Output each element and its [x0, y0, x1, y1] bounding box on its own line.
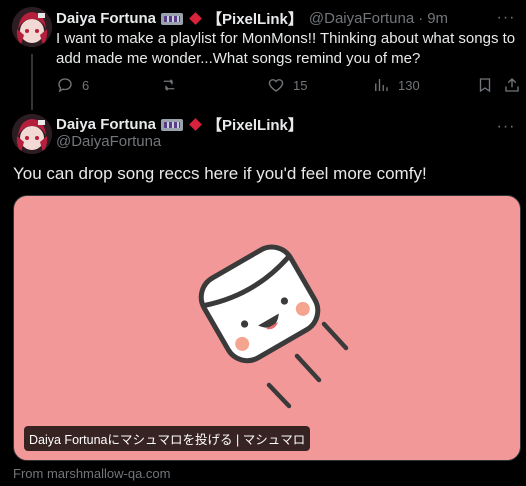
affiliation-label: 【PixelLink】: [207, 117, 303, 134]
views-icon: [375, 79, 388, 91]
avatar-image: [12, 114, 52, 154]
card-title: Daiya Fortunaにマシュマロを投げる | マシュマロ: [24, 426, 311, 451]
timestamp[interactable]: 9m: [427, 10, 448, 27]
avatar[interactable]: [12, 114, 52, 154]
tweet-main-text: You can drop song reccs here if you'd fe…: [13, 164, 427, 183]
emoji-badge-icon: [161, 12, 184, 25]
diamond-icon: [189, 118, 202, 131]
tweet1-header: Daiya Fortuna 【PixelLink】 @DaiyaFortuna …: [56, 8, 448, 29]
marshmallow-illustration: [198, 244, 349, 409]
display-name[interactable]: Daiya Fortuna: [56, 10, 156, 27]
display-name[interactable]: Daiya Fortuna: [56, 116, 156, 133]
more-icon[interactable]: ···: [496, 117, 516, 137]
reply-icon: [58, 78, 72, 93]
tweet-actions: 6 15 130: [56, 76, 526, 96]
separator: ·: [418, 10, 424, 27]
handle[interactable]: @DaiyaFortuna: [56, 133, 161, 150]
avatar[interactable]: [12, 7, 52, 47]
tweet2-header: Daiya Fortuna 【PixelLink】: [56, 114, 303, 135]
retweet-button[interactable]: [160, 76, 186, 94]
more-label: ···: [496, 118, 516, 135]
diamond-icon: [189, 12, 202, 25]
reply-button[interactable]: 6: [56, 76, 89, 94]
handle[interactable]: @DaiyaFortuna: [309, 10, 414, 27]
bookmark-icon: [479, 78, 491, 93]
thread-connector: [31, 54, 33, 110]
like-count: 15: [293, 77, 308, 93]
link-card[interactable]: Daiya Fortunaにマシュマロを投げる | マシュマロ: [13, 195, 521, 461]
like-icon: [268, 79, 284, 92]
tweet-text: I want to make a playlist for MonMons!! …: [56, 30, 516, 67]
more-icon[interactable]: ···: [496, 8, 516, 28]
like-button[interactable]: 15: [267, 76, 307, 94]
emoji-badge-icon: [161, 118, 184, 131]
card-source[interactable]: From marshmallow-qa.com: [13, 466, 170, 481]
share-button[interactable]: [503, 76, 526, 94]
retweet-icon: [163, 79, 175, 91]
views-button[interactable]: 130: [372, 76, 420, 94]
affiliation-label: 【PixelLink】: [207, 11, 303, 28]
share-icon: [505, 78, 519, 92]
avatar-image: [12, 7, 52, 47]
more-label: ···: [496, 9, 516, 26]
views-count: 130: [398, 77, 420, 93]
reply-count: 6: [82, 77, 90, 93]
bookmark-button[interactable]: [476, 76, 502, 94]
